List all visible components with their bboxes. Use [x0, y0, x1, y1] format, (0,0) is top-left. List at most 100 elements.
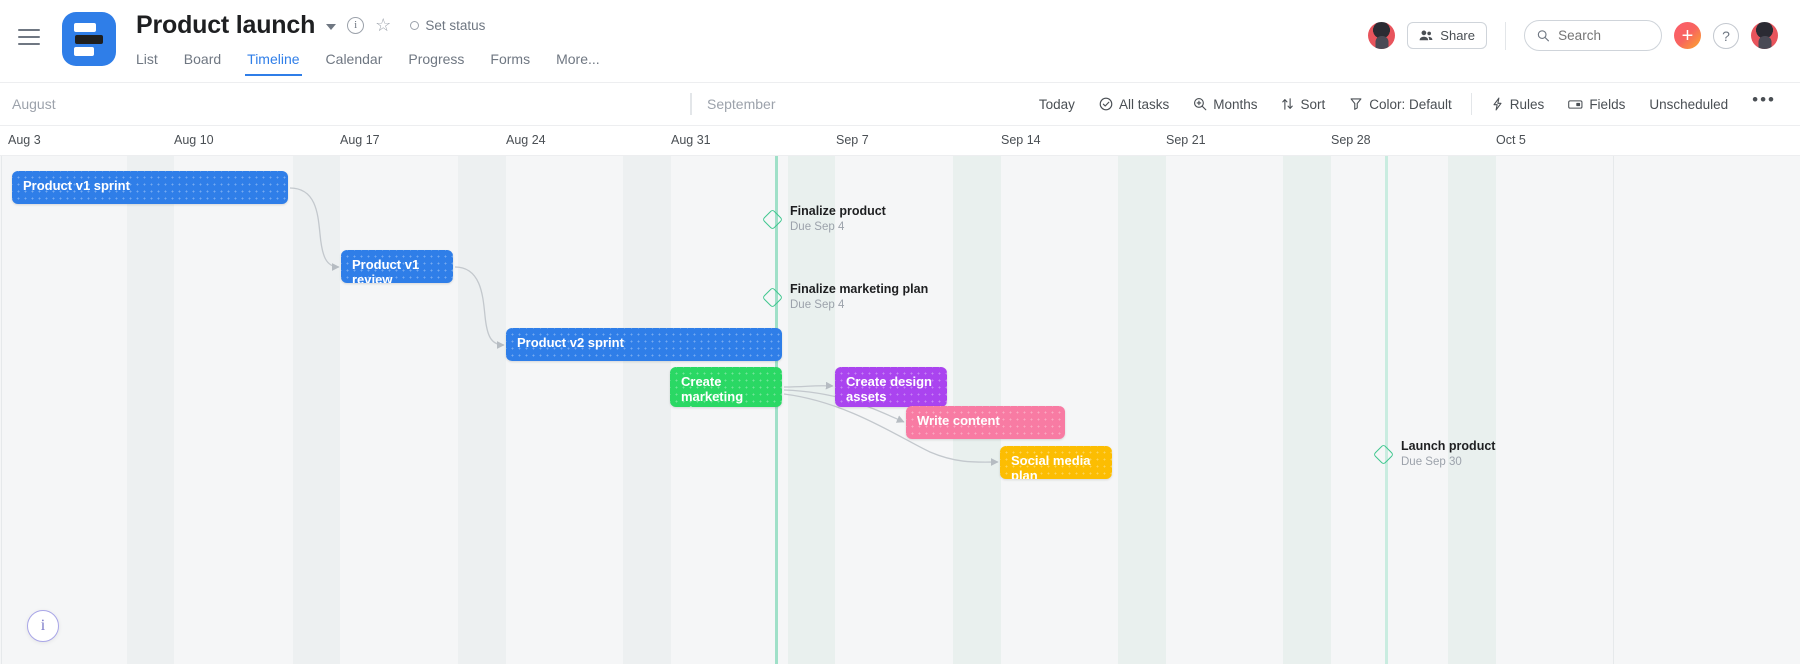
search-icon — [1537, 30, 1549, 42]
project-logo-icon — [62, 12, 116, 66]
logo-bar-mid — [75, 34, 103, 44]
task-bar-label: Product v1 review — [352, 257, 420, 283]
task-bar-label: Product v1 sprint — [23, 178, 130, 193]
ruler-tick: Aug 3 — [8, 133, 41, 147]
milestone-diamond-icon — [1372, 443, 1395, 465]
weekend-shade — [1283, 156, 1331, 664]
today-button[interactable]: Today — [1027, 92, 1087, 117]
set-status-button[interactable]: Set status — [410, 18, 485, 33]
task-bar[interactable]: Product v1 sprint — [12, 171, 288, 204]
sort-label: Sort — [1300, 96, 1326, 112]
task-bar-label: Product v2 sprint — [517, 335, 624, 350]
fields-button[interactable]: Fields — [1556, 92, 1637, 117]
all-tasks-filter-button[interactable]: All tasks — [1087, 92, 1181, 117]
lightning-icon — [1493, 97, 1502, 111]
fields-icon — [1568, 99, 1583, 109]
task-bar[interactable]: Create design assets — [835, 367, 947, 407]
months-zoom-button[interactable]: Months — [1181, 92, 1269, 117]
search-box[interactable] — [1524, 20, 1662, 51]
share-label: Share — [1440, 28, 1475, 43]
weekend-shade — [1118, 156, 1166, 664]
milestone[interactable]: Finalize product Due Sep 4 — [761, 204, 886, 235]
milestone-text: Finalize marketing plan Due Sep 4 — [790, 282, 928, 313]
sort-button[interactable]: Sort — [1269, 92, 1337, 117]
add-button[interactable]: + — [1674, 22, 1701, 49]
set-status-label: Set status — [425, 17, 486, 33]
milestone[interactable]: Launch product Due Sep 30 — [1372, 439, 1495, 470]
today-label: Today — [1038, 96, 1075, 112]
months-label: Months — [1213, 96, 1258, 112]
tab-more[interactable]: More... — [556, 51, 600, 76]
tab-timeline[interactable]: Timeline — [245, 51, 302, 76]
tab-forms[interactable]: Forms — [490, 51, 530, 76]
share-button[interactable]: Share — [1407, 22, 1487, 49]
color-button[interactable]: Color: Default — [1337, 92, 1464, 117]
milestone-title: Finalize marketing plan — [790, 282, 929, 296]
milestone-text: Launch product Due Sep 30 — [1401, 439, 1495, 470]
overflow-menu-button[interactable]: ••• — [1740, 91, 1784, 112]
milestone-due: Due Sep 4 — [790, 220, 845, 233]
member-avatar[interactable] — [1368, 22, 1396, 49]
milestone-marker-line — [1385, 156, 1388, 664]
people-icon — [1419, 30, 1433, 41]
timeline-date-ruler: Aug 3 Aug 10 Aug 17 Aug 24 Aug 31 Sep 7 … — [0, 126, 1800, 156]
logo-bar-top — [74, 22, 96, 32]
rules-button[interactable]: Rules — [1479, 92, 1557, 117]
tab-progress[interactable]: Progress — [408, 51, 464, 76]
task-bar[interactable]: Product v1 review — [341, 250, 453, 283]
ruler-tick: Aug 24 — [506, 133, 546, 147]
ruler-tick: Aug 31 — [671, 133, 711, 147]
task-bar-label: Social media plan — [1011, 453, 1091, 479]
task-bar[interactable]: Create marketing plan — [670, 367, 782, 407]
dependency-connectors — [289, 187, 999, 466]
toolbar-actions: Today All tasks Months Sort Color: Defau… — [1027, 91, 1784, 117]
tab-calendar[interactable]: Calendar — [326, 51, 383, 76]
check-circle-icon — [1099, 97, 1113, 111]
ruler-tick: Oct 5 — [1496, 133, 1526, 147]
chevron-down-icon[interactable] — [326, 24, 337, 30]
milestone-diamond-icon — [761, 208, 784, 230]
weekend-shade — [458, 156, 506, 664]
rules-label: Rules — [1509, 96, 1545, 112]
task-bar[interactable]: Product v2 sprint — [506, 328, 782, 361]
app-header: Product launch i ☆ Set status List Board… — [0, 0, 1800, 82]
task-bar-label: Create marketing plan — [681, 374, 744, 407]
ruler-tick: Sep 21 — [1166, 133, 1206, 147]
info-icon[interactable]: i — [347, 16, 365, 34]
help-info-button[interactable]: i — [27, 610, 59, 642]
status-dot-icon — [410, 20, 420, 30]
help-button[interactable]: ? — [1713, 22, 1739, 49]
milestone-title: Launch product — [1401, 439, 1496, 453]
star-icon[interactable]: ☆ — [375, 16, 391, 34]
unscheduled-label: Unscheduled — [1649, 96, 1729, 112]
milestone-text: Finalize product Due Sep 4 — [790, 204, 886, 235]
user-avatar[interactable] — [1751, 22, 1778, 49]
ruler-tick: Aug 10 — [174, 133, 214, 147]
milestone[interactable]: Finalize marketing plan Due Sep 4 — [761, 282, 928, 313]
weekend-shade — [293, 156, 340, 664]
weekend-shade — [127, 156, 174, 664]
timeline-toolbar: August September Today All tasks Months — [0, 82, 1800, 126]
unscheduled-button[interactable]: Unscheduled — [1637, 92, 1740, 117]
timeline-canvas[interactable]: Product v1 sprint Product v1 review Prod… — [0, 156, 1800, 664]
hamburger-menu-icon[interactable] — [18, 24, 44, 50]
logo-bar-bottom — [74, 46, 94, 56]
ruler-tick: Sep 7 — [836, 133, 869, 147]
zoom-icon — [1194, 98, 1207, 111]
all-tasks-label: All tasks — [1118, 96, 1170, 112]
task-bar[interactable]: Write content — [906, 406, 1065, 439]
weekend-shade — [623, 156, 671, 664]
milestone-title: Finalize product — [790, 204, 886, 218]
ruler-tick: Aug 17 — [340, 133, 380, 147]
search-input[interactable] — [1558, 28, 1649, 43]
weekend-shade — [1448, 156, 1496, 664]
hamburger-line — [18, 43, 40, 45]
milestone-diamond-icon — [761, 286, 784, 308]
task-bar[interactable]: Social media plan — [1000, 446, 1112, 479]
project-title-row: Product launch i ☆ Set status — [136, 8, 600, 42]
tab-list[interactable]: List — [136, 51, 158, 76]
tab-board[interactable]: Board — [184, 51, 221, 76]
grid-line — [1613, 156, 1614, 664]
page-title: Product launch — [136, 10, 316, 39]
paint-icon — [1350, 98, 1362, 110]
